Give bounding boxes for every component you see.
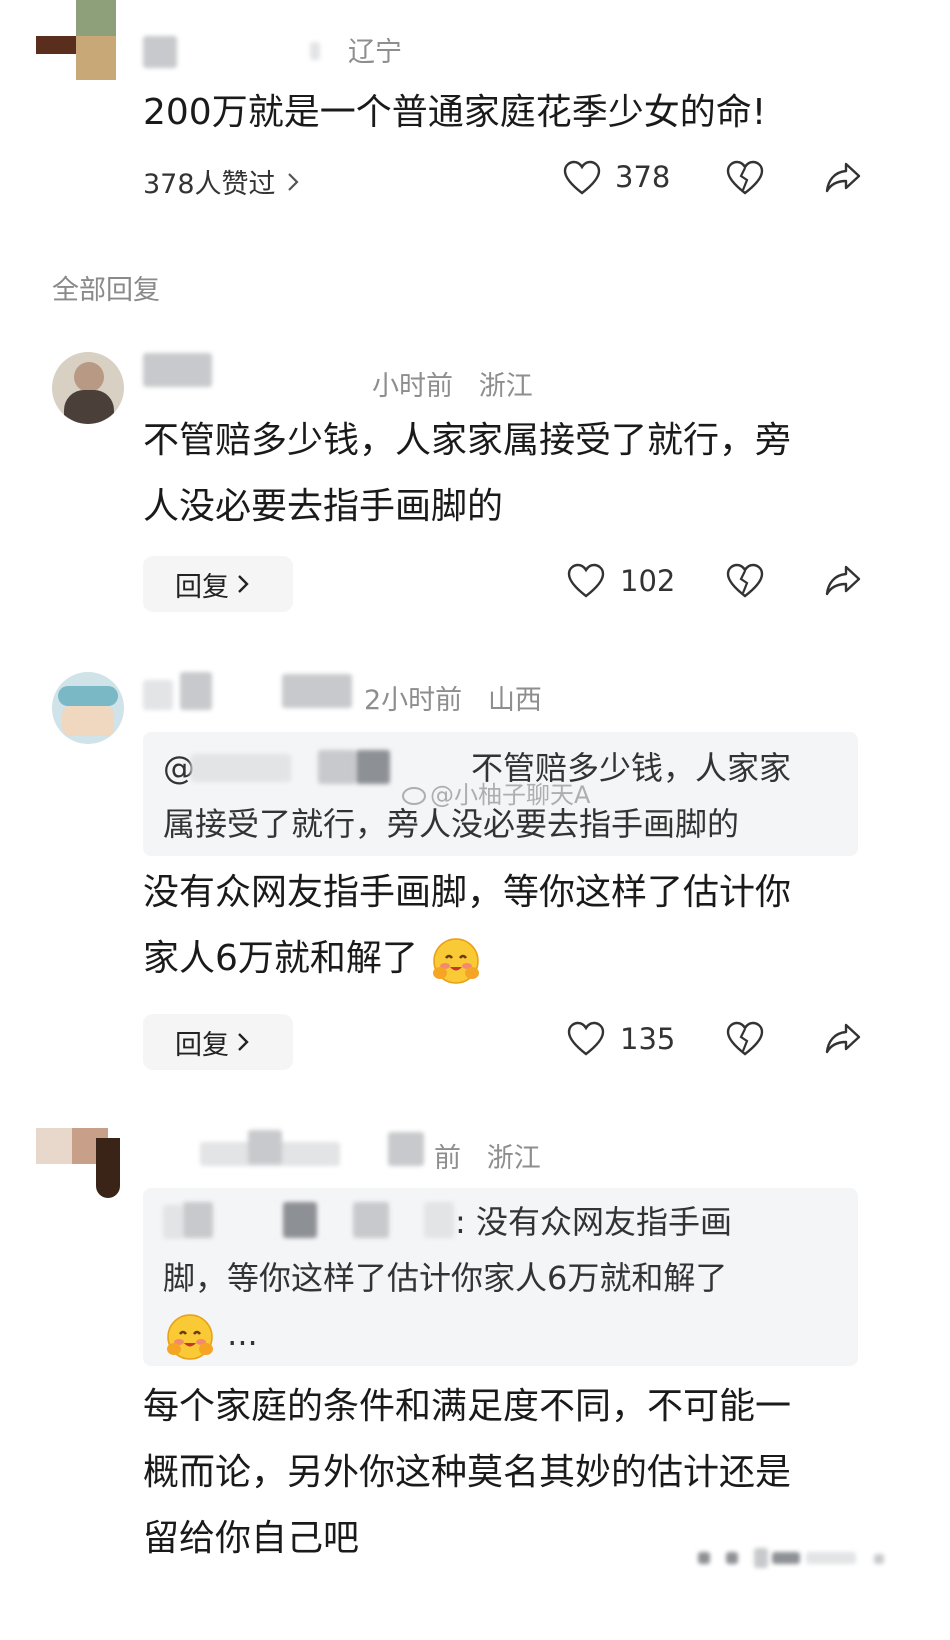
username-blurred [388,1132,424,1166]
avatar[interactable] [36,1128,120,1198]
username-blurred [282,674,352,708]
reply-text-line: 留给你自己吧 [143,1518,360,1559]
reply-time: 前 [434,1143,461,1174]
username-blurred[interactable] [143,353,212,387]
chevron-right-icon [287,172,299,191]
reply-text-line: 人没必要去指手画脚的 [143,486,504,527]
broken-heart-icon[interactable] [726,160,764,196]
watermark-text: @小柚子聊天A [430,781,591,809]
quote-line: : 没有众网友指手画 [163,1194,843,1250]
hugging-face-emoji-icon [167,1314,213,1360]
quote-line: 脚，等你这样了估计你家人6万就和解了 [163,1259,728,1297]
comment-text: 200万就是一个普通家庭花季少女的命! [143,92,767,133]
heart-outline-icon[interactable] [563,160,601,196]
like-count: 102 [620,564,676,598]
share-arrow-icon[interactable] [824,160,862,196]
reply-text: 没有众网友指手画脚，等你这样了估计你 家人6万就和解了 [143,860,791,992]
comment-location: 辽宁 [348,37,402,68]
quote-line-text: : 没有众网友指手画 [455,1203,732,1241]
reply-meta: 2小时前 山西 [364,678,542,717]
reply-text: 每个家庭的条件和满足度不同，不可能一 概而论，另外你这种莫名其妙的估计还是 留给… [143,1374,791,1572]
reply-text-content: 家人6万就和解了 [143,938,418,979]
reply-text-line: 每个家庭的条件和满足度不同，不可能一 [143,1386,792,1427]
all-replies-header: 全部回复 [52,275,160,306]
liked-by-label: 378人赞过 [143,169,276,200]
heart-outline-icon[interactable] [567,1021,605,1057]
watermark-blurred [726,1552,738,1564]
watermark-blurred [874,1554,884,1564]
heart-outline-icon[interactable] [567,563,605,599]
reply-text: 不管赔多少钱，人家家属接受了就行，旁 人没必要去指手画脚的 [143,408,791,540]
username-blurred [310,42,320,60]
reply-button[interactable]: 回复 [143,1014,293,1070]
avatar[interactable] [52,352,124,424]
reply-text-line: 不管赔多少钱，人家家属接受了就行，旁 [143,420,792,461]
watermark-blurred [698,1552,710,1564]
reply-location: 浙江 [478,371,533,402]
reply-text-line: 概而论，另外你这种莫名其妙的估计还是 [143,1452,792,1493]
chevron-right-icon [238,575,249,593]
username-blurred [248,1130,282,1164]
share-arrow-icon[interactable] [824,563,862,599]
hugging-face-emoji-icon [433,938,480,984]
reply-location: 山西 [487,685,542,716]
username-blurred [356,750,390,784]
reply-text-line: 没有众网友指手画脚，等你这样了估计你 [143,872,792,913]
broken-heart-icon[interactable] [726,1021,764,1057]
watermark: @小柚子聊天A [402,775,590,810]
reply-time: 小时前 [372,371,453,402]
reply-button-label: 回复 [175,1029,229,1061]
quote-line-content: 没有众网友指手画 [475,1203,732,1241]
chevron-right-icon [238,1033,249,1051]
avatar[interactable] [52,672,124,744]
like-count: 135 [620,1022,676,1056]
liked-by-link[interactable]: 378人赞过 [143,162,300,201]
avatar[interactable] [36,0,120,80]
username-blurred[interactable] [143,36,177,68]
reply-location: 浙江 [486,1143,541,1174]
reply-text-line: 家人6万就和解了 [143,926,791,992]
reply-meta: 前 浙江 [434,1136,541,1175]
quote-line: ... [163,1306,843,1363]
quote-ellipsis: ... [227,1315,258,1353]
username-blurred [191,754,291,782]
watermark-blurred [754,1548,768,1568]
share-arrow-icon[interactable] [824,1021,862,1057]
watermark-blurred [772,1552,800,1564]
username-blurred[interactable] [143,680,173,710]
broken-heart-icon[interactable] [726,563,764,599]
username-blurred [180,672,212,710]
username-blurred [318,750,356,784]
reply-time: 2小时前 [364,685,463,716]
quoted-reply-text: : 没有众网友指手画 脚，等你这样了估计你家人6万就和解了 ... [163,1194,843,1363]
reply-button[interactable]: 回复 [143,556,293,612]
watermark-blurred [806,1552,856,1564]
reply-meta: 小时前 浙江 [372,364,533,403]
reply-button-label: 回复 [175,571,229,603]
weibo-icon [402,787,426,805]
like-count: 378 [615,160,671,194]
